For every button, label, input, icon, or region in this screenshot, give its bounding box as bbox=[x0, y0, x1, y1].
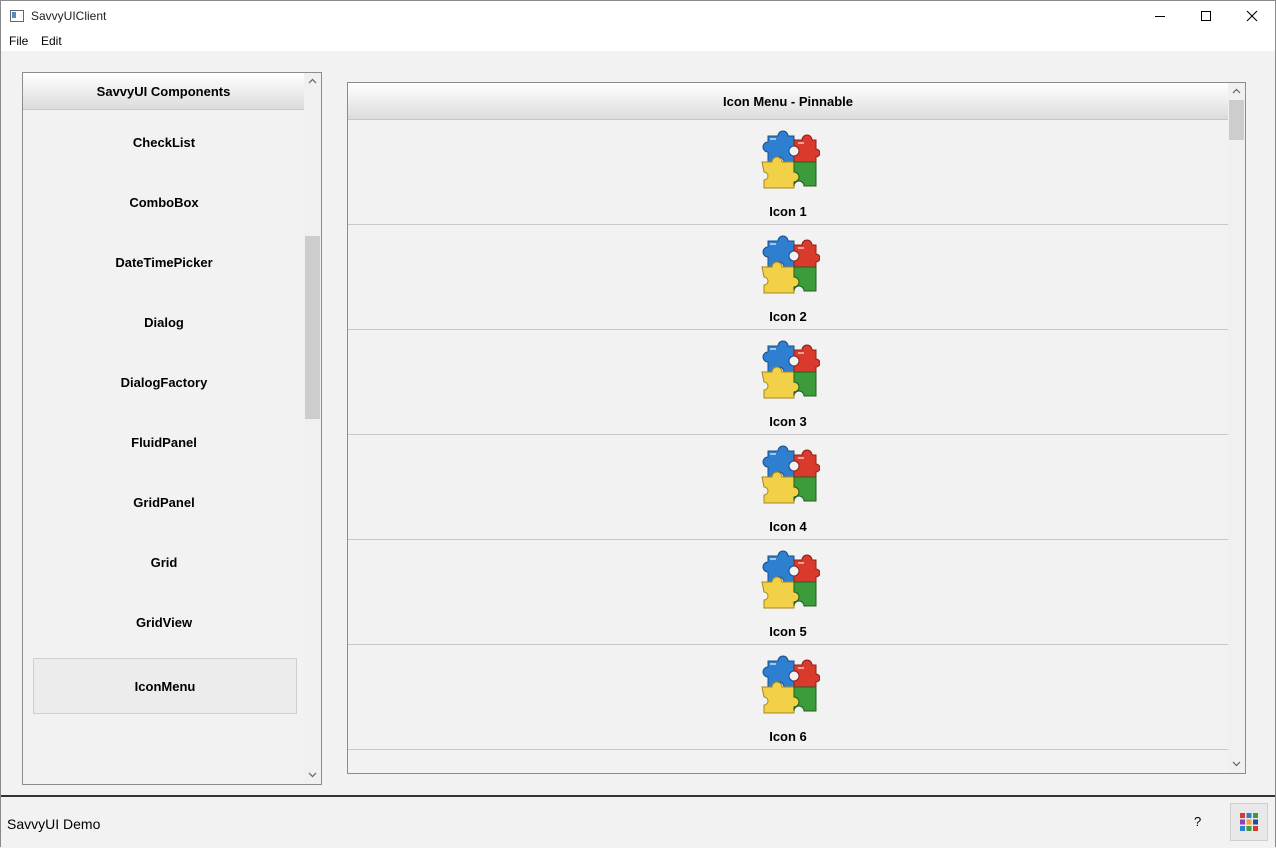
help-button[interactable]: ? bbox=[1194, 814, 1201, 829]
icon-menu-item-label: Icon 5 bbox=[769, 624, 807, 639]
icon-menu-item-label: Icon 2 bbox=[769, 309, 807, 324]
scroll-down-arrow[interactable] bbox=[304, 768, 321, 782]
maximize-button[interactable] bbox=[1183, 1, 1229, 31]
chevron-down-icon bbox=[1232, 761, 1241, 767]
icon-menu-item-label: Icon 4 bbox=[769, 519, 807, 534]
menu-edit[interactable]: Edit bbox=[41, 34, 62, 48]
apps-grid-icon bbox=[1240, 813, 1258, 831]
chevron-up-icon bbox=[1232, 88, 1241, 94]
app-window: SavvyUIClient File Edit SavvyUI Componen… bbox=[0, 0, 1276, 848]
icon-menu-scrollbar[interactable] bbox=[1228, 83, 1245, 773]
components-header: SavvyUI Components bbox=[23, 73, 304, 110]
icon-menu-item-label: Icon 6 bbox=[769, 729, 807, 744]
scroll-up-arrow[interactable] bbox=[304, 74, 321, 88]
puzzle-icon bbox=[761, 550, 820, 609]
components-panel: SavvyUI Components CheckList ComboBox Da… bbox=[22, 72, 322, 785]
minimize-button[interactable] bbox=[1137, 1, 1183, 31]
scroll-down-arrow[interactable] bbox=[1228, 757, 1245, 771]
window-title: SavvyUIClient bbox=[31, 9, 107, 23]
puzzle-icon bbox=[761, 235, 820, 294]
icon-menu-item[interactable]: Icon 6 bbox=[348, 645, 1228, 750]
title-bar: SavvyUIClient bbox=[1, 1, 1275, 31]
puzzle-icon bbox=[761, 445, 820, 504]
icon-menu-item-label: Icon 1 bbox=[769, 204, 807, 219]
component-item-dialog[interactable]: Dialog bbox=[33, 295, 295, 349]
chevron-up-icon bbox=[308, 78, 317, 84]
puzzle-icon bbox=[761, 130, 820, 189]
close-icon bbox=[1246, 10, 1258, 22]
component-item-combobox[interactable]: ComboBox bbox=[33, 175, 295, 229]
icon-menu-item[interactable]: Icon 4 bbox=[348, 435, 1228, 540]
chevron-down-icon bbox=[308, 772, 317, 778]
icon-menu-header: Icon Menu - Pinnable bbox=[348, 83, 1228, 120]
scrollbar-thumb[interactable] bbox=[1229, 100, 1244, 140]
status-text: SavvyUI Demo bbox=[7, 816, 101, 832]
minimize-icon bbox=[1155, 16, 1165, 17]
component-item-dialogfactory[interactable]: DialogFactory bbox=[33, 355, 295, 409]
component-item-gridpanel[interactable]: GridPanel bbox=[33, 475, 295, 529]
component-item-gridview[interactable]: GridView bbox=[33, 595, 295, 649]
components-scrollbar[interactable] bbox=[304, 73, 321, 784]
scroll-up-arrow[interactable] bbox=[1228, 84, 1245, 98]
icon-menu-item-label: Icon 3 bbox=[769, 414, 807, 429]
component-item-checklist[interactable]: CheckList bbox=[33, 115, 295, 169]
icon-menu-item[interactable]: Icon 5 bbox=[348, 540, 1228, 645]
component-item-grid[interactable]: Grid bbox=[33, 535, 295, 589]
menu-file[interactable]: File bbox=[9, 34, 28, 48]
app-icon bbox=[10, 10, 24, 22]
icon-menu-item[interactable]: Icon 3 bbox=[348, 330, 1228, 435]
maximize-icon bbox=[1201, 11, 1211, 21]
component-item-datetimepicker[interactable]: DateTimePicker bbox=[33, 235, 295, 289]
icon-menu-item[interactable]: Icon 2 bbox=[348, 225, 1228, 330]
icon-menu-panel: Icon Menu - Pinnable Icon 1 Icon 2 Icon … bbox=[347, 82, 1246, 774]
puzzle-icon bbox=[761, 340, 820, 399]
status-bar: SavvyUI Demo ? bbox=[1, 795, 1275, 848]
scrollbar-thumb[interactable] bbox=[305, 236, 320, 419]
component-item-fluidpanel[interactable]: FluidPanel bbox=[33, 415, 295, 469]
puzzle-icon bbox=[761, 655, 820, 714]
apps-grid-button[interactable] bbox=[1230, 803, 1268, 841]
close-button[interactable] bbox=[1229, 1, 1275, 31]
component-item-iconmenu[interactable]: IconMenu bbox=[33, 658, 297, 714]
menu-bar: File Edit bbox=[1, 31, 1275, 51]
icon-menu-item[interactable]: Icon 1 bbox=[348, 120, 1228, 225]
